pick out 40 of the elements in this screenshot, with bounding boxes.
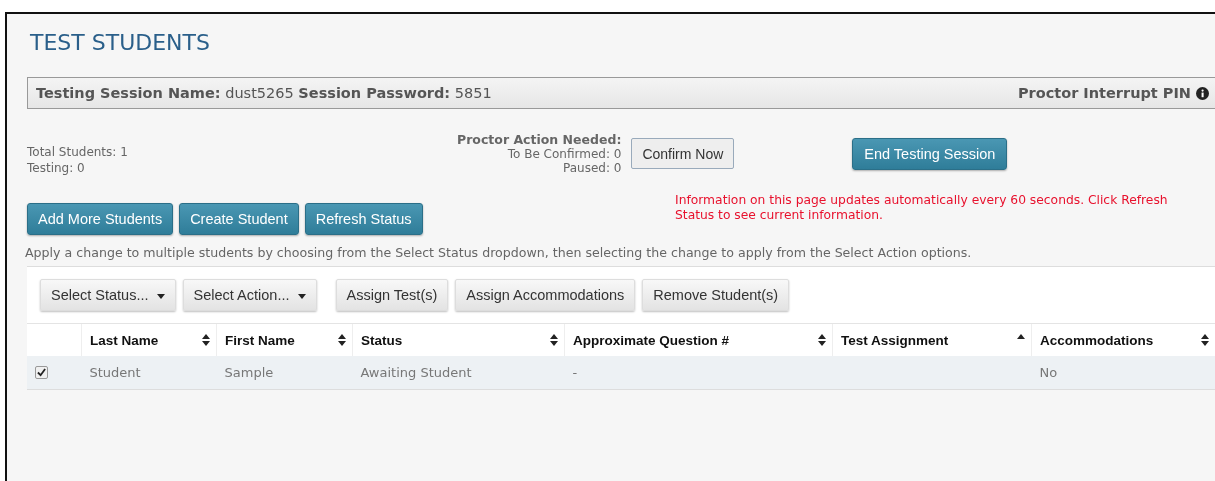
proctor-count: Paused: 0 [562, 161, 622, 175]
auto-update-notice: Information on this page updates automatically every 60 seconds. Click Refresh Status to see current information. [675, 193, 1169, 223]
column-header[interactable]: Test Assignment [841, 332, 949, 348]
column-header[interactable]: Approximate Question # [573, 332, 730, 348]
toolbar-button[interactable]: Assign Accommodations [455, 279, 636, 311]
column-header[interactable]: First Name [225, 332, 295, 348]
table-cell: - [572, 365, 578, 380]
proctor-count: To Be Confirmed: 0 [507, 147, 622, 161]
dropdown-button[interactable]: Select Action... [182, 279, 317, 311]
action-button[interactable]: Create Student [179, 203, 299, 235]
row-checkbox[interactable] [35, 366, 48, 379]
table-cell: Sample [224, 365, 274, 380]
stat-text: Testing: 0 [27, 160, 85, 176]
column-header[interactable]: Status [361, 332, 403, 348]
sort-icon[interactable] [550, 334, 558, 346]
action-button[interactable]: Refresh Status [304, 203, 423, 235]
help-text: Apply a change to multiple students by choosing from the Select Status dropdown, then selecting the change to apply from the Select Action options. [25, 245, 973, 261]
confirm-now-button[interactable]: Confirm Now [631, 138, 735, 169]
stat-text: Total Students: 1 [27, 144, 128, 160]
toolbar-button[interactable]: Assign Test(s) [335, 279, 449, 311]
toolbar-button[interactable]: Remove Student(s) [642, 279, 790, 311]
table-cell: Awaiting Student [360, 365, 472, 380]
sort-icon[interactable] [202, 334, 210, 346]
caret-icon [156, 293, 165, 299]
session-info: Testing Session Name: dust5265 Session Password: 5851 [36, 85, 492, 101]
sort-icon[interactable] [1201, 334, 1209, 346]
sort-icon[interactable] [338, 334, 346, 346]
pin-label: Proctor Interrupt PIN [1017, 85, 1191, 101]
column-header[interactable]: Last Name [90, 332, 159, 348]
sort-icon[interactable] [818, 334, 826, 346]
action-button[interactable]: Add More Students [27, 203, 174, 235]
page-title: TEST STUDENTS [29, 30, 211, 57]
column-header[interactable]: Accommodations [1040, 332, 1154, 348]
table-cell: Student [89, 365, 141, 380]
proctor-heading: Proctor Action Needed: [457, 133, 622, 147]
info-icon[interactable] [1196, 86, 1209, 100]
caret-icon [297, 293, 306, 299]
table-cell: No [1039, 365, 1058, 380]
end-session-button[interactable]: End Testing Session [852, 138, 1008, 170]
dropdown-button[interactable]: Select Status... [40, 279, 176, 311]
